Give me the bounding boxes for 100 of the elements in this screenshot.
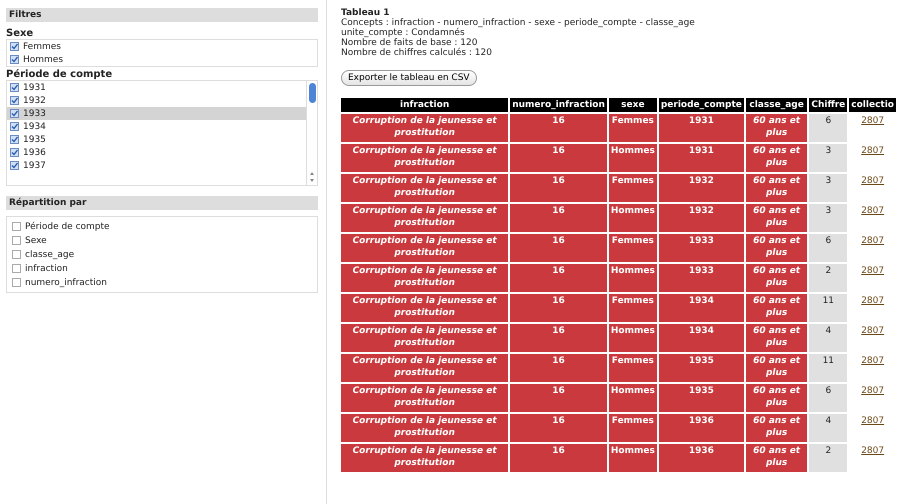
checkbox[interactable]	[10, 55, 19, 64]
table-cell: 60 ans et plus	[746, 264, 808, 292]
column-header[interactable]: collectio	[849, 98, 896, 112]
table-cell: 1931	[658, 144, 744, 172]
checkbox[interactable]	[10, 135, 19, 144]
repartition-option[interactable]: numero_infraction	[9, 276, 315, 289]
table-cell: 6	[809, 234, 848, 262]
table-cell: 6	[809, 114, 848, 142]
table-cell: 1936	[658, 444, 744, 472]
column-header[interactable]: numero_infraction	[510, 98, 607, 112]
table-cell: 6	[809, 384, 848, 412]
table-cell: 60 ans et plus	[746, 114, 808, 142]
table-cell: Corruption de la jeunesse et prostitution	[341, 294, 508, 322]
filter-option[interactable]: Hommes	[7, 53, 317, 66]
table-cell: 16	[510, 234, 607, 262]
option-label: 1936	[23, 148, 46, 158]
table-cell: Corruption de la jeunesse et prostitution	[341, 234, 508, 262]
filter-option[interactable]: Femmes	[7, 40, 317, 53]
table-cell: 1936	[658, 414, 744, 442]
checkbox[interactable]	[12, 278, 21, 287]
option-label: 1934	[23, 122, 46, 132]
table-cell: Femmes	[608, 234, 657, 262]
filter-option[interactable]: 1937	[7, 159, 306, 172]
option-label: classe_age	[25, 250, 74, 260]
table-cell: 16	[510, 174, 607, 202]
checkbox[interactable]	[12, 222, 21, 231]
table-cell: 16	[510, 354, 607, 382]
filter-option[interactable]: 1933	[7, 107, 306, 120]
table-cell: Corruption de la jeunesse et prostitution	[341, 354, 508, 382]
table-cell: 2	[809, 264, 848, 292]
export-button[interactable]: Exporter le tableau en CSV	[341, 70, 477, 86]
table-cell: Hommes	[608, 204, 657, 232]
column-header[interactable]: Chiffre	[809, 98, 848, 112]
repartition-option[interactable]: infraction	[9, 262, 315, 275]
table-cell: 16	[510, 204, 607, 232]
table-cell: 4	[809, 324, 848, 352]
info-line: unite_compte : Condamnés	[341, 28, 466, 38]
filter-option[interactable]: 1934	[7, 120, 306, 133]
checkbox[interactable]	[10, 42, 19, 51]
table-cell: Femmes	[608, 294, 657, 322]
table-cell: Hommes	[608, 444, 657, 472]
table-cell: 2	[809, 444, 848, 472]
table-cell: 16	[510, 264, 607, 292]
table-cell: 11	[809, 294, 848, 322]
checkbox[interactable]	[12, 250, 21, 259]
option-label: numero_infraction	[25, 278, 107, 288]
table-cell: 1933	[658, 264, 744, 292]
checkbox[interactable]	[12, 236, 21, 245]
table-title: Tableau 1	[341, 8, 391, 18]
section-title: Filtres	[6, 8, 318, 22]
table-cell: 1935	[658, 354, 744, 382]
table-cell: 1934	[658, 294, 744, 322]
table-cell: 16	[510, 384, 607, 412]
checkbox[interactable]	[10, 96, 19, 105]
column-header[interactable]: periode_compte	[658, 98, 744, 112]
option-label: Période de compte	[25, 222, 110, 232]
table-cell: 60 ans et plus	[746, 384, 808, 412]
table-cell: 3	[809, 174, 848, 202]
checkbox[interactable]	[12, 264, 21, 273]
checkbox[interactable]	[10, 83, 19, 92]
table-cell: 3	[809, 144, 848, 172]
table-cell: Corruption de la jeunesse et prostitution	[341, 264, 508, 292]
checkbox[interactable]	[10, 122, 19, 131]
table-cell: Hommes	[608, 144, 657, 172]
repartition-option[interactable]: Sexe	[9, 234, 315, 247]
table-cell: Corruption de la jeunesse et prostitution	[341, 444, 508, 472]
repartition-option[interactable]: classe_age	[9, 248, 315, 261]
table-cell: 60 ans et plus	[746, 174, 808, 202]
scroll-arrows-icon[interactable]	[309, 171, 315, 183]
option-label: infraction	[25, 264, 68, 274]
table-cell: 1934	[658, 324, 744, 352]
table-cell: 1933	[658, 234, 744, 262]
table-cell: Hommes	[608, 384, 657, 412]
checkbox[interactable]	[10, 161, 19, 170]
table-cell: Corruption de la jeunesse et prostitution	[341, 144, 508, 172]
table-cell: Corruption de la jeunesse et prostitution	[341, 204, 508, 232]
filter-option[interactable]: 1936	[7, 146, 306, 159]
scrollbar-thumb[interactable]	[308, 83, 316, 103]
option-label: 1935	[23, 134, 46, 144]
filter-option[interactable]: 1935	[7, 133, 306, 146]
info-line: Concepts : infraction - numero_infraction - sexe - periode_compte - classe_age	[341, 18, 696, 28]
table-cell: 16	[510, 114, 607, 142]
column-header[interactable]: classe_age	[746, 98, 808, 112]
filter-option[interactable]: 1931	[7, 81, 306, 94]
table-cell: 1935	[658, 384, 744, 412]
repartition-option[interactable]: Période de compte	[9, 220, 315, 233]
filter-option[interactable]: 1932	[7, 94, 306, 107]
column-header[interactable]: sexe	[608, 98, 657, 112]
option-label: 1931	[23, 82, 46, 92]
column-header[interactable]: infraction	[341, 98, 508, 112]
table-cell: 60 ans et plus	[746, 444, 808, 472]
table-cell: 60 ans et plus	[746, 144, 808, 172]
checkbox[interactable]	[10, 109, 19, 118]
table-cell: 1932	[658, 174, 744, 202]
table-cell: Hommes	[608, 264, 657, 292]
table-cell: 3	[809, 204, 848, 232]
table-cell: Corruption de la jeunesse et prostitution	[341, 414, 508, 442]
checkbox[interactable]	[10, 148, 19, 157]
table-cell: 60 ans et plus	[746, 294, 808, 322]
section-title: Répartition par	[6, 196, 318, 210]
